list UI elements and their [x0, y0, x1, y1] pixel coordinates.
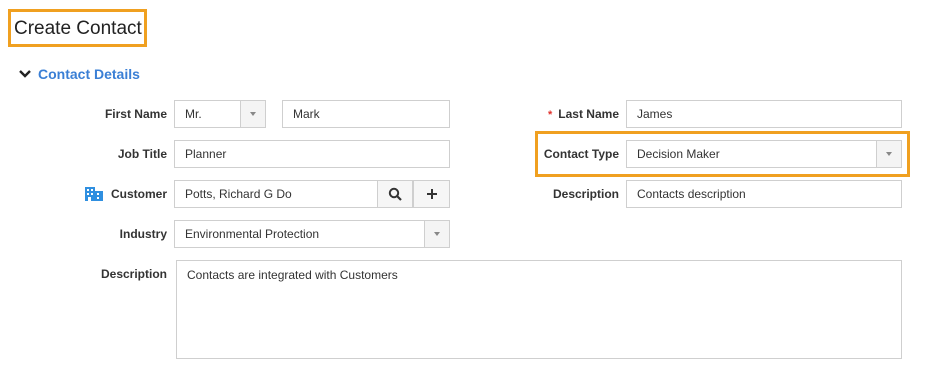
description-input[interactable]: Contacts description — [626, 180, 902, 208]
customer-add-button[interactable] — [413, 180, 450, 208]
contact-type-select[interactable]: Decision Maker — [626, 140, 902, 168]
job-title-label: Job Title — [117, 147, 167, 161]
section-title: Contact Details — [38, 66, 140, 82]
long-description-label: Description — [100, 267, 167, 281]
building-icon — [84, 184, 104, 202]
industry-select[interactable]: Environmental Protection — [174, 220, 450, 248]
first-name-input[interactable]: Mark — [282, 100, 450, 128]
dropdown-arrow-icon[interactable] — [424, 221, 449, 247]
required-marker: * — [548, 109, 553, 121]
contact-type-label: Contact Type — [543, 147, 619, 161]
last-name-label-text: Last Name — [558, 107, 619, 121]
customer-label: Customer — [110, 187, 167, 201]
search-icon — [388, 187, 402, 201]
dropdown-arrow-icon[interactable] — [876, 141, 901, 167]
plus-icon — [426, 189, 437, 199]
last-name-label: * Last Name — [520, 100, 619, 128]
dropdown-arrow-icon[interactable] — [240, 101, 265, 127]
contact-type-value: Decision Maker — [637, 147, 720, 161]
salutation-select[interactable]: Mr. — [174, 100, 266, 128]
job-title-input[interactable]: Planner — [174, 140, 450, 168]
long-description-textarea[interactable]: Contacts are integrated with Customers — [176, 260, 902, 359]
page-title: Create Contact — [8, 9, 147, 47]
contact-details-toggle[interactable]: Contact Details — [18, 64, 140, 84]
chevron-down-icon — [19, 70, 31, 78]
industry-label: Industry — [119, 227, 167, 241]
salutation-value: Mr. — [185, 107, 202, 121]
first-name-label: First Name — [104, 107, 167, 121]
industry-value: Environmental Protection — [185, 227, 320, 241]
last-name-input[interactable]: James — [626, 100, 902, 128]
customer-input[interactable]: Potts, Richard G Do — [174, 180, 378, 208]
description-label: Description — [552, 187, 619, 201]
customer-search-button[interactable] — [377, 180, 413, 208]
